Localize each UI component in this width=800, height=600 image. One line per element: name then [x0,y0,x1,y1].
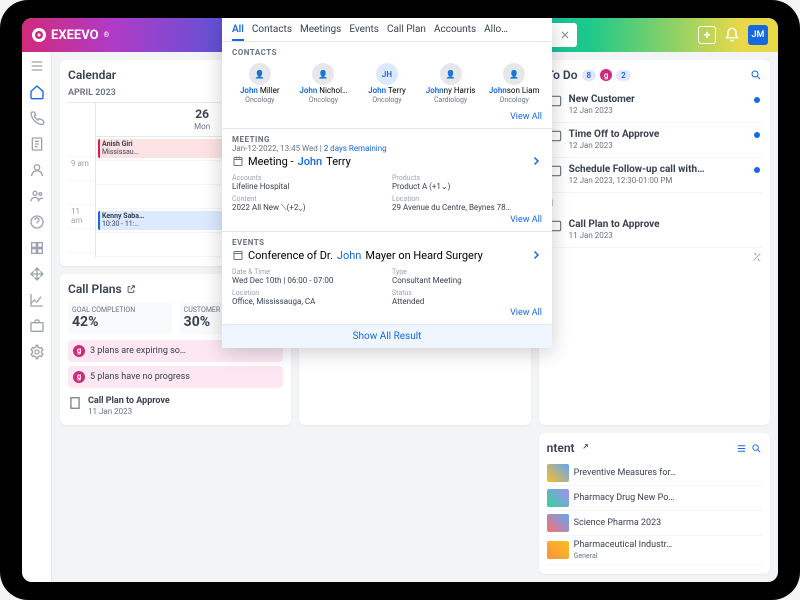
time-label [68,133,95,157]
time-label: 9 am [68,157,95,181]
content-card: ntent Preventive Measures for… Pharmacy … [539,433,770,574]
view-all-contacts[interactable]: View All [232,110,542,122]
content-item[interactable]: Science Pharma 2023 [547,511,762,536]
tab-accounts[interactable]: Accounts [434,24,476,41]
list-icon[interactable] [736,443,747,454]
section-events: EVENTS [232,238,542,247]
phone-icon[interactable] [29,110,45,126]
notifications-icon[interactable] [724,27,740,43]
warning-banner[interactable]: g5 plans have no progress [68,366,283,388]
todo-item[interactable]: New Customer12 Jan 2023 [547,88,762,123]
brand-logo: EXEEVO® [32,28,109,43]
contact-result[interactable]: 👤John Nichol…Oncology [296,63,352,104]
todo-item[interactable]: Time Off to Approve12 Jan 2023 [547,123,762,158]
briefcase-icon[interactable] [29,318,45,334]
content-title: ntent [547,441,575,455]
add-button[interactable]: + [698,26,716,44]
settings-icon[interactable] [29,344,45,360]
contact-result[interactable]: 👤John MillerOncology [232,63,288,104]
event-result[interactable]: Conference of Dr. John Mayer on Heard Su… [232,247,542,264]
todo-badge: 2 [616,70,631,81]
show-all-results[interactable]: Show All Result [222,325,552,348]
todo-badge: 8 [582,70,597,81]
tab-contacts[interactable]: Contacts [252,24,292,41]
search-dropdown: All Contacts Meetings Events Call Plan A… [222,18,552,348]
section-meeting: MEETING [232,135,542,144]
chevron-right-icon[interactable] [530,249,542,261]
doc-icon [68,396,82,410]
logo-icon [32,28,46,42]
tab-events[interactable]: Events [349,24,379,41]
meeting-result[interactable]: Meeting - John Terry [232,153,542,170]
callplans-title: Call Plans [68,282,122,296]
help-icon[interactable] [29,214,45,230]
chevron-right-icon[interactable] [530,155,542,167]
close-icon[interactable] [559,29,571,41]
search-icon[interactable] [750,69,762,81]
view-all-meetings[interactable]: View All [232,213,542,225]
stat-goal: GOAL COMPLETION42% [68,302,172,334]
time-label: 11 am [68,205,95,229]
todo-item[interactable]: Schedule Follow-up call with…12 Jan 2023… [547,158,762,193]
content-item[interactable]: Pharmaceutical Industr…General [547,536,762,565]
section-label: N [547,199,762,209]
calendar-icon [232,155,244,167]
view-all-events[interactable]: View All [232,306,542,318]
chart-icon[interactable] [29,292,45,308]
brand-dot-icon: g [600,69,612,81]
user-avatar[interactable]: JM [748,25,768,45]
user-icon[interactable] [29,162,45,178]
section-contacts: CONTACTS [232,48,542,57]
todo-item[interactable]: Call Plan to Approve11 Jan 2023 [547,213,762,248]
home-icon[interactable] [29,84,45,100]
content-item[interactable]: Preventive Measures for… [547,461,762,486]
search-icon[interactable] [751,443,762,454]
side-nav [22,52,52,582]
menu-icon[interactable] [29,58,45,74]
calendar-icon [232,249,244,261]
todo-card: To Do 8 g 2 New Customer12 Jan 2023 Time… [539,60,770,425]
contact-result[interactable]: 👤Johnson LiamOncology [486,63,542,104]
external-icon[interactable] [579,443,589,453]
tab-all[interactable]: All [232,24,244,41]
search-tabs: All Contacts Meetings Events Call Plan A… [222,18,552,42]
move-icon[interactable] [29,266,45,282]
tab-more[interactable]: Allo… [484,24,508,41]
contact-result[interactable]: JHJohn TerryOncology [359,63,415,104]
users-icon[interactable] [29,188,45,204]
grid-icon[interactable] [29,240,45,256]
external-icon[interactable] [126,284,136,294]
content-item[interactable]: Pharmacy Drug New Po… [547,486,762,511]
tab-callplan[interactable]: Call Plan [387,24,426,41]
document-icon[interactable] [29,136,45,152]
expand-icon[interactable] [752,252,762,262]
tab-meetings[interactable]: Meetings [300,24,341,41]
contact-result[interactable]: 👤Johnny HarrisCardiology [423,63,479,104]
